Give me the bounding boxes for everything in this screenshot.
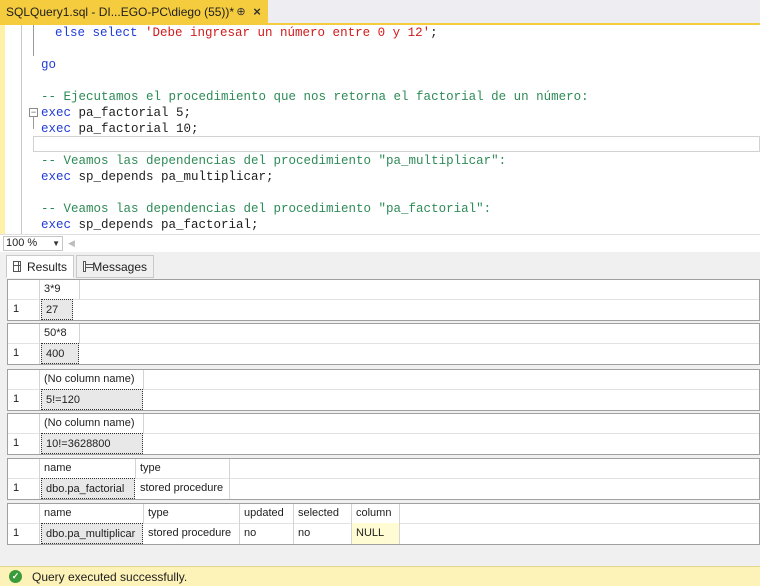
column-header[interactable]: selected bbox=[294, 504, 352, 523]
grid-cell[interactable]: 5!=120 bbox=[41, 389, 143, 410]
code-line-2[interactable]: go bbox=[41, 57, 56, 73]
results-tab-bar: Results Messages bbox=[0, 252, 760, 278]
result-grid-3[interactable]: (No column name) 1 5!=120 bbox=[7, 369, 760, 411]
collapse-icon[interactable]: − bbox=[29, 108, 38, 117]
margin-divider bbox=[21, 25, 22, 234]
header-divider bbox=[8, 343, 759, 344]
change-margin bbox=[0, 25, 5, 234]
zoom-value: 100 % bbox=[6, 237, 38, 249]
row-header-corner bbox=[8, 459, 40, 478]
status-bar: ✓ Query executed successfully. bbox=[0, 566, 760, 586]
grid-cell[interactable]: no bbox=[294, 523, 352, 544]
row-header-corner bbox=[8, 280, 40, 299]
grid-cell[interactable]: 27 bbox=[41, 299, 73, 320]
grid-cell[interactable]: dbo.pa_multiplicar bbox=[41, 523, 143, 544]
query-editor[interactable]: else select 'Debe ingresar un número ent… bbox=[0, 25, 760, 234]
code-line-5[interactable]: exec pa_factorial 10; bbox=[41, 121, 199, 137]
zoom-bar: 100 % ▼ ◀ bbox=[0, 234, 760, 252]
tab-results[interactable]: Results bbox=[6, 255, 74, 278]
result-grid-1[interactable]: 3*9 1 27 bbox=[7, 279, 760, 321]
grid-cell[interactable]: 10!=3628800 bbox=[41, 433, 143, 454]
status-text: Query executed successfully. bbox=[32, 569, 188, 584]
document-tab[interactable]: SQLQuery1.sql - DI...EGO-PC\diego (55))* bbox=[0, 0, 268, 23]
row-header-corner bbox=[8, 504, 40, 523]
row-number[interactable]: 1 bbox=[8, 433, 40, 454]
result-grid-5[interactable]: name type 1 dbo.pa_factorial stored proc… bbox=[7, 458, 760, 500]
column-header[interactable]: 50*8 bbox=[40, 324, 80, 343]
chevron-down-icon: ▼ bbox=[52, 239, 60, 248]
grid-cell[interactable]: no bbox=[240, 523, 294, 544]
row-number[interactable]: 1 bbox=[8, 299, 40, 320]
column-header[interactable]: type bbox=[144, 504, 240, 523]
zoom-select[interactable]: 100 % ▼ bbox=[3, 236, 63, 251]
document-tab-bar: SQLQuery1.sql - DI...EGO-PC\diego (55))*… bbox=[0, 0, 760, 25]
outline-bracket bbox=[33, 25, 39, 56]
row-number[interactable]: 1 bbox=[8, 523, 40, 544]
tab-results-label: Results bbox=[26, 259, 67, 274]
close-icon[interactable]: × bbox=[250, 4, 264, 19]
row-header-corner bbox=[8, 370, 40, 389]
result-grid-6[interactable]: name type updated selected column 1 dbo.… bbox=[7, 503, 760, 545]
code-line-4[interactable]: exec pa_factorial 5; bbox=[41, 105, 191, 121]
grid-cell[interactable]: dbo.pa_factorial bbox=[41, 478, 135, 499]
code-line-7[interactable]: exec sp_depends pa_multiplicar; bbox=[41, 169, 274, 185]
document-tab-title: SQLQuery1.sql - DI...EGO-PC\diego (55))* bbox=[6, 4, 235, 19]
grid-cell[interactable]: stored procedure bbox=[136, 478, 230, 499]
results-pane: 3*9 1 27 50*8 1 400 (No column name) 1 5… bbox=[0, 278, 760, 566]
grid-cell-null[interactable]: NULL bbox=[352, 523, 400, 544]
column-header[interactable]: (No column name) bbox=[40, 414, 144, 433]
column-header[interactable]: type bbox=[136, 459, 230, 478]
column-header[interactable]: name bbox=[40, 504, 144, 523]
messages-icon bbox=[83, 261, 94, 272]
current-line-highlight bbox=[33, 136, 760, 152]
code-line-8[interactable]: -- Veamos las dependencias del procedimi… bbox=[41, 201, 491, 217]
row-number[interactable]: 1 bbox=[8, 389, 40, 410]
pin-icon[interactable]: ⊕ bbox=[234, 4, 248, 18]
column-header[interactable]: updated bbox=[240, 504, 294, 523]
result-grid-2[interactable]: 50*8 1 400 bbox=[7, 323, 760, 365]
row-number[interactable]: 1 bbox=[8, 478, 40, 499]
row-header-corner bbox=[8, 324, 40, 343]
check-circle-icon: ✓ bbox=[9, 570, 22, 583]
column-header[interactable]: 3*9 bbox=[40, 280, 80, 299]
column-header[interactable]: name bbox=[40, 459, 136, 478]
column-header[interactable]: column bbox=[352, 504, 400, 523]
grid-cell[interactable]: stored procedure bbox=[144, 523, 240, 544]
outline-bracket bbox=[33, 117, 39, 129]
code-line-6[interactable]: -- Veamos las dependencias del procedimi… bbox=[41, 153, 506, 169]
tab-messages[interactable]: Messages bbox=[76, 255, 154, 278]
header-divider bbox=[8, 299, 759, 300]
column-header[interactable]: (No column name) bbox=[40, 370, 144, 389]
grid-cell[interactable]: 400 bbox=[41, 343, 79, 364]
code-line-3[interactable]: -- Ejecutamos el procedimiento que nos r… bbox=[41, 89, 589, 105]
scroll-left-icon[interactable]: ◀ bbox=[68, 238, 75, 249]
code-line-9[interactable]: exec sp_depends pa_factorial; bbox=[41, 217, 259, 233]
tab-messages-label: Messages bbox=[92, 259, 147, 274]
result-grid-4[interactable]: (No column name) 1 10!=3628800 bbox=[7, 413, 760, 455]
row-header-corner bbox=[8, 414, 40, 433]
code-line-1[interactable]: else select 'Debe ingresar un número ent… bbox=[55, 25, 438, 41]
row-number[interactable]: 1 bbox=[8, 343, 40, 364]
grid-icon bbox=[13, 261, 21, 272]
